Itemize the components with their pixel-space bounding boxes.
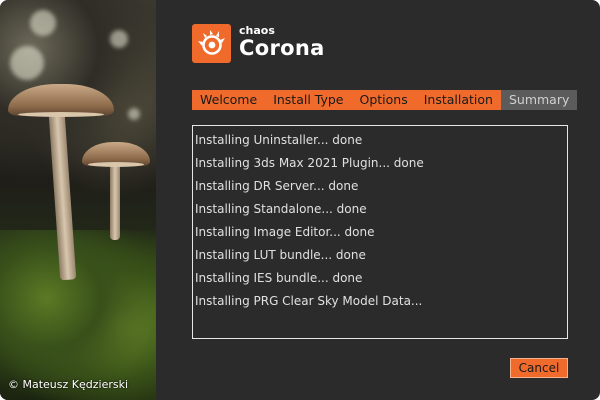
installer-window: © Mateusz Kędzierski chaos Corona Welcom…	[0, 0, 600, 400]
side-photo: © Mateusz Kędzierski	[0, 0, 156, 400]
log-line: Installing LUT bundle... done	[195, 248, 366, 262]
install-log[interactable]: Installing Uninstaller... done Installin…	[192, 125, 568, 339]
corona-logo-icon	[192, 24, 231, 63]
brand-product: Corona	[239, 36, 325, 60]
bokeh-light	[10, 46, 44, 80]
photo-credit: © Mateusz Kędzierski	[8, 378, 129, 391]
tab-welcome[interactable]: Welcome	[192, 90, 266, 110]
bokeh-light	[128, 108, 140, 120]
moss-ground	[0, 230, 156, 400]
flame-ring-icon	[197, 29, 225, 55]
tab-options[interactable]: Options	[351, 90, 416, 110]
log-line: Installing Standalone... done	[195, 202, 367, 216]
log-line: Installing PRG Clear Sky Model Data...	[195, 294, 423, 308]
bokeh-light	[110, 30, 128, 48]
log-line: Installing Image Editor... done	[195, 225, 375, 239]
mushroom-stem	[110, 162, 120, 240]
cancel-button[interactable]: Cancel	[510, 358, 568, 378]
log-line: Installing DR Server... done	[195, 179, 359, 193]
step-tabs: Welcome Install Type Options Installatio…	[192, 90, 578, 110]
log-line: Installing IES bundle... done	[195, 271, 363, 285]
tab-installation[interactable]: Installation	[415, 90, 501, 110]
mushroom-gill	[88, 162, 144, 167]
tab-summary[interactable]: Summary	[500, 90, 578, 110]
bokeh-light	[30, 10, 56, 36]
log-line: Installing 3ds Max 2021 Plugin... done	[195, 156, 424, 170]
tab-install-type[interactable]: Install Type	[265, 90, 352, 110]
log-line: Installing Uninstaller... done	[195, 133, 363, 147]
mushroom-gill	[18, 112, 104, 117]
